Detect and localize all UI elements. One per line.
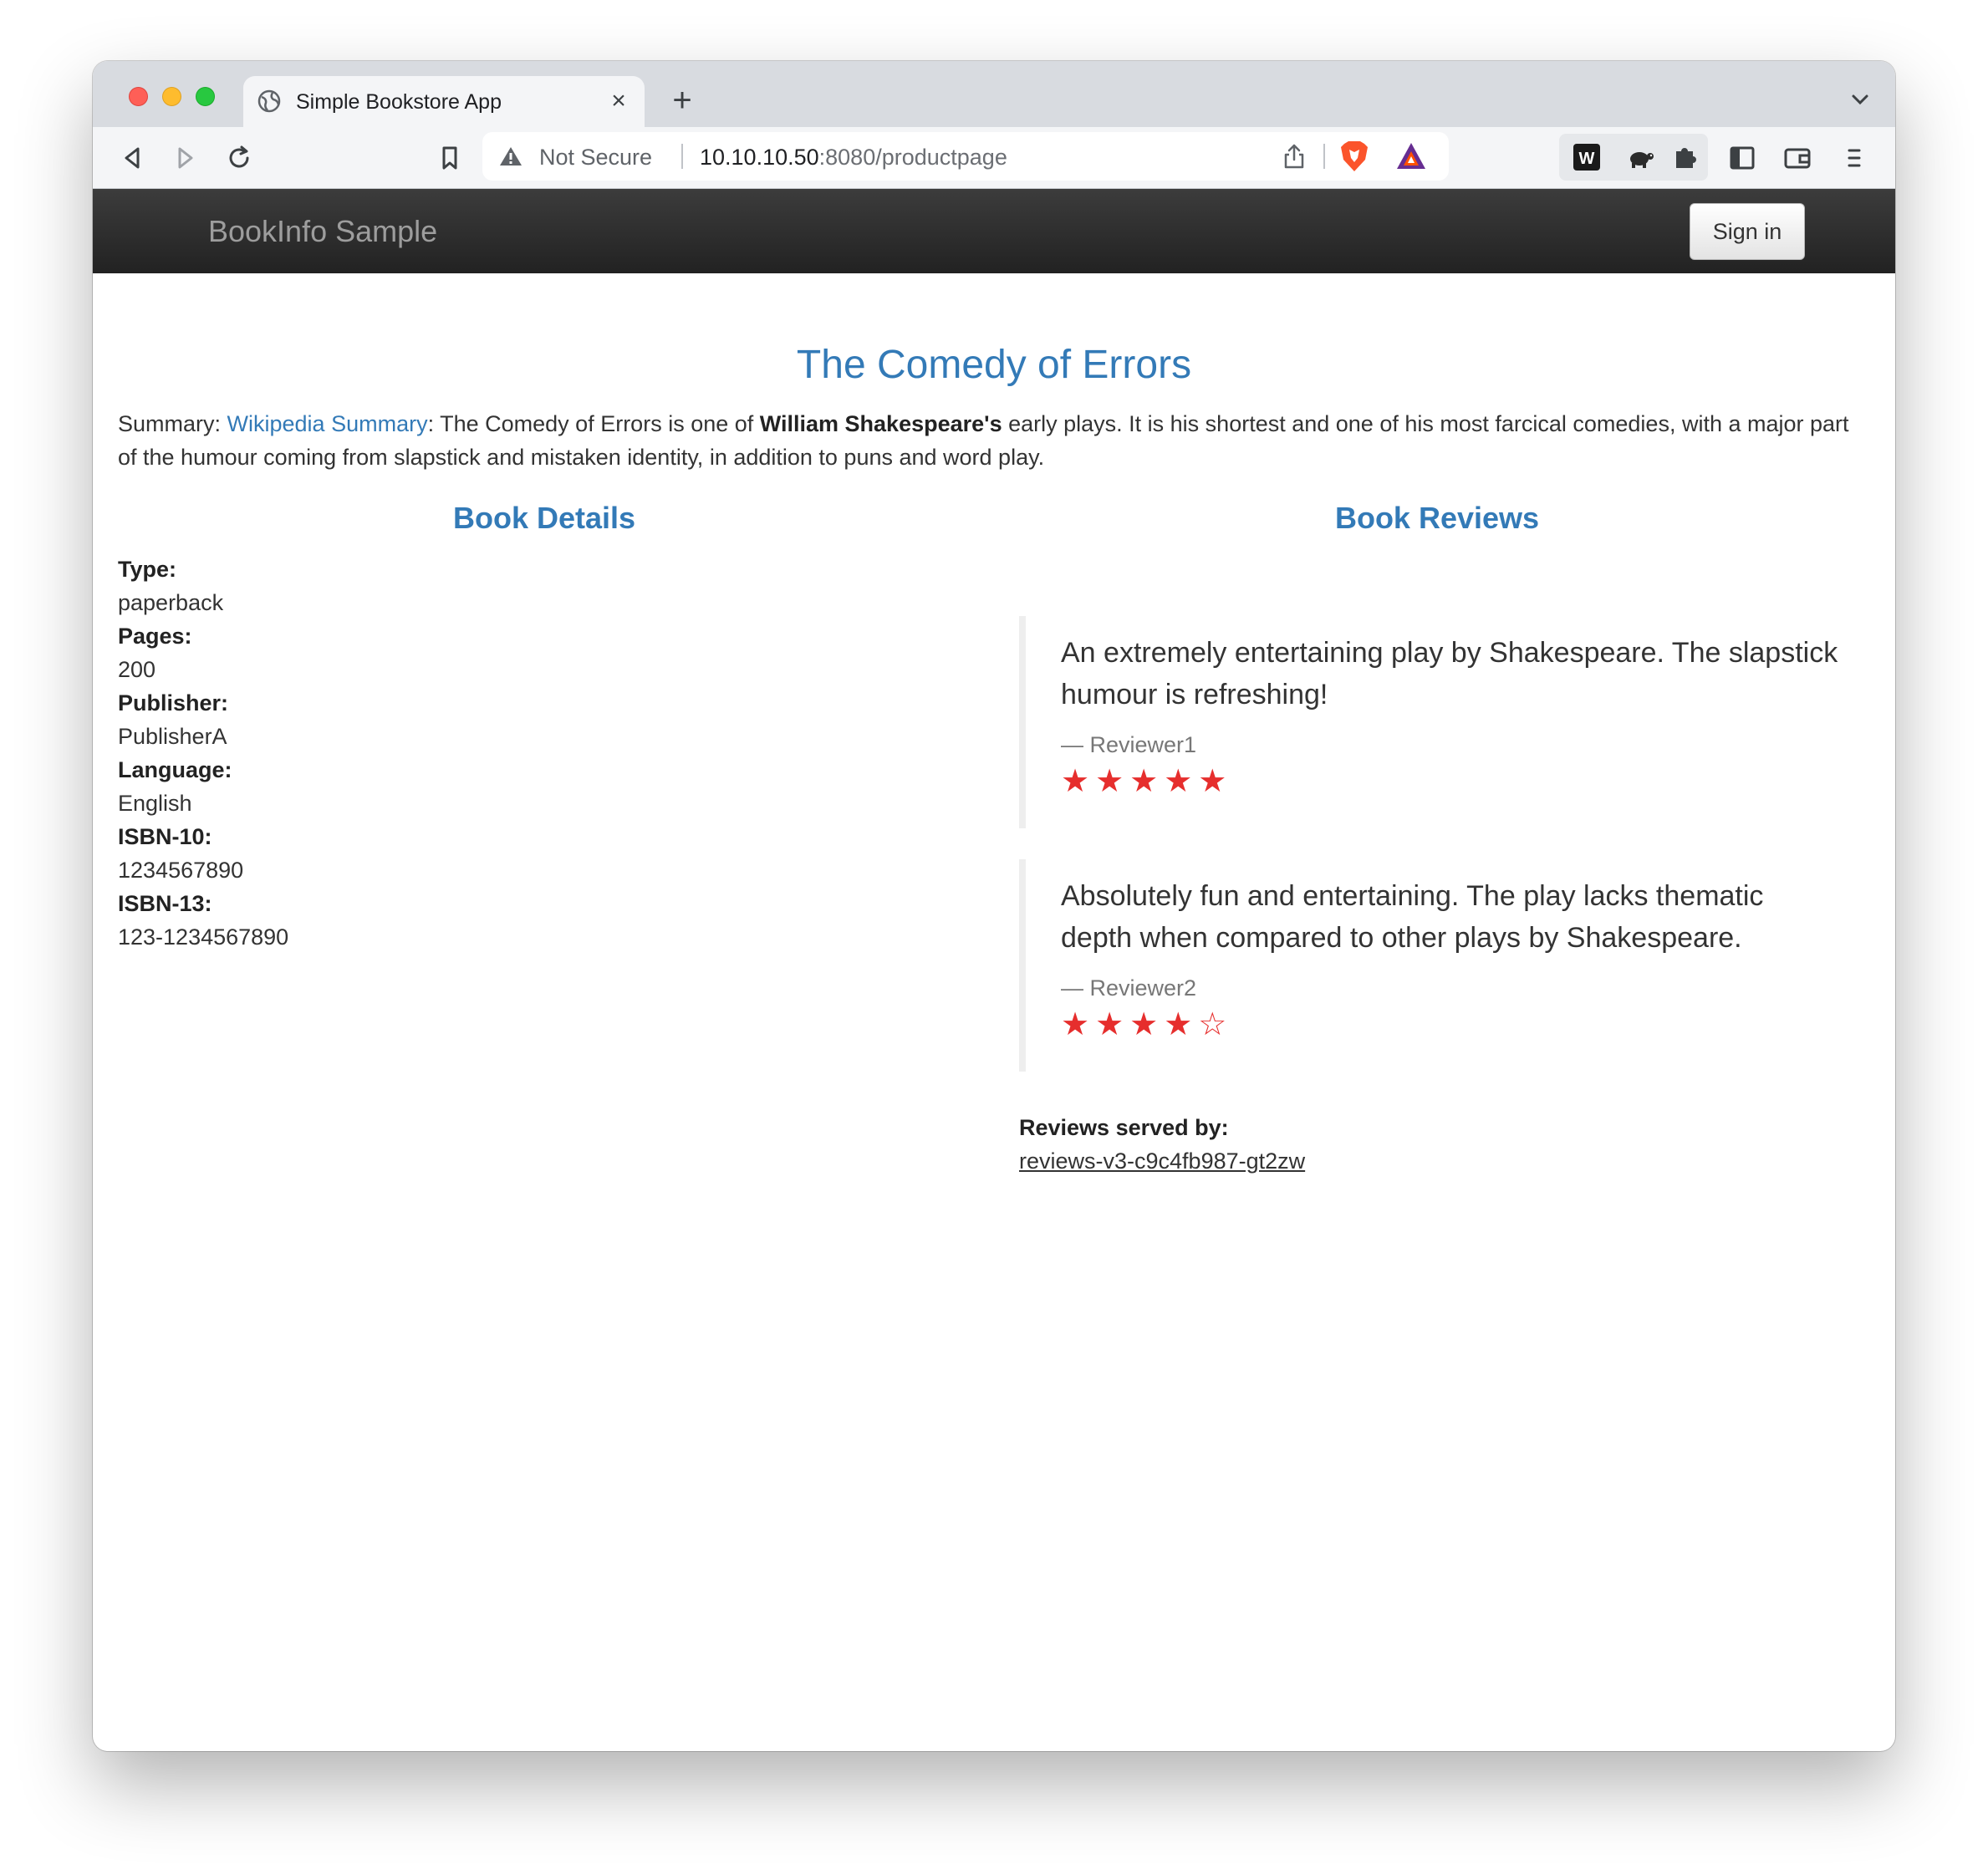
detail-label-pages: Pages: <box>118 624 192 649</box>
menu-icon[interactable] <box>1837 140 1872 176</box>
active-tab[interactable]: Simple Bookstore App × <box>243 76 645 127</box>
detail-value-language: English <box>118 791 192 816</box>
close-window-button[interactable] <box>129 87 148 106</box>
reviews-served-by: Reviews served by: reviews-v3-c9c4fb987-… <box>1019 1111 1305 1178</box>
detail-value-isbn13: 123-1234567890 <box>118 924 289 950</box>
brave-shields-icon[interactable] <box>1338 140 1370 173</box>
detail-label-isbn10: ISBN-10: <box>118 824 212 849</box>
address-bar[interactable]: Not Secure 10.10.10.50:8080/productpage <box>482 132 1449 181</box>
wikipedia-summary-link[interactable]: Wikipedia Summary <box>227 411 428 436</box>
review-text: Absolutely fun and entertaining. The pla… <box>1061 880 1764 954</box>
detail-label-type: Type: <box>118 557 177 582</box>
detail-value-type: paperback <box>118 590 224 615</box>
address-divider-2 <box>1323 144 1325 169</box>
review-1: An extremely entertaining play by Shakes… <box>1019 616 1838 828</box>
sidebar-toggle-icon[interactable] <box>1725 140 1760 176</box>
detail-label-language: Language: <box>118 757 232 782</box>
summary-label: Summary: <box>118 411 227 436</box>
tab-title: Simple Bookstore App <box>296 90 502 114</box>
url-text[interactable]: 10.10.10.50:8080/productpage <box>700 145 1007 171</box>
star-rating: ★★★★☆ <box>1061 1007 1233 1042</box>
url-host: 10.10.10.50 <box>700 145 819 170</box>
forward-icon[interactable] <box>168 140 203 176</box>
site-navbar: BookInfo Sample Sign in <box>93 189 1895 273</box>
minimize-window-button[interactable] <box>162 87 181 106</box>
security-label[interactable]: Not Secure <box>539 145 652 171</box>
book-details-list: Type: paperback Pages: 200 Publisher: Pu… <box>118 553 288 954</box>
review-text: An extremely entertaining play by Shakes… <box>1061 637 1838 710</box>
new-tab-button[interactable]: + <box>664 82 701 119</box>
detail-label-isbn13: ISBN-13: <box>118 891 212 916</box>
detail-value-pages: 200 <box>118 657 156 682</box>
wallet-icon[interactable] <box>1780 140 1815 176</box>
reload-icon[interactable] <box>222 140 257 176</box>
book-reviews-heading: Book Reviews <box>1334 501 1540 535</box>
warning-icon[interactable] <box>499 145 522 167</box>
star-rating: ★★★★★ <box>1061 764 1233 799</box>
review-author: — Reviewer2 <box>1061 975 1197 1001</box>
detail-value-publisher: PublisherA <box>118 724 227 749</box>
detail-label-publisher: Publisher: <box>118 690 229 715</box>
tab-strip: Simple Bookstore App × + <box>93 61 1895 127</box>
bookmark-icon[interactable] <box>432 140 467 176</box>
turtle-extension-icon[interactable] <box>1623 140 1658 175</box>
review-author: — Reviewer1 <box>1061 732 1197 757</box>
browser-toolbar: Not Secure 10.10.10.50:8080/productpage <box>93 127 1895 189</box>
maximize-window-button[interactable] <box>196 87 215 106</box>
wallet-w-extension-icon[interactable]: W <box>1569 140 1604 175</box>
detail-value-isbn10: 1234567890 <box>118 858 244 883</box>
globe-icon <box>257 89 281 113</box>
served-by-pod: reviews-v3-c9c4fb987-gt2zw <box>1019 1148 1306 1174</box>
sign-in-button[interactable]: Sign in <box>1690 203 1805 260</box>
tab-close-icon[interactable]: × <box>604 87 633 115</box>
browser-window: Simple Bookstore App × + Not Secure 10.1… <box>93 61 1895 1751</box>
book-details-heading: Book Details <box>452 501 636 535</box>
summary-text-1: : The Comedy of Errors is one of <box>427 411 760 436</box>
served-by-label: Reviews served by: <box>1019 1115 1229 1140</box>
summary-bold-author: William Shakespeare's <box>759 411 1002 436</box>
puzzle-extensions-icon[interactable] <box>1668 140 1703 175</box>
svg-text:W: W <box>1579 150 1595 168</box>
navbar-brand[interactable]: BookInfo Sample <box>208 214 437 249</box>
review-2: Absolutely fun and entertaining. The pla… <box>1019 859 1838 1072</box>
book-title: The Comedy of Errors <box>796 343 1192 387</box>
back-icon[interactable] <box>115 140 150 176</box>
extensions-area: W <box>1559 134 1708 181</box>
brave-rewards-icon[interactable] <box>1395 140 1427 172</box>
share-icon[interactable] <box>1282 143 1307 170</box>
url-path: :8080/productpage <box>818 145 1007 170</box>
book-summary: Summary: Wikipedia Summary: The Comedy o… <box>118 407 1857 474</box>
tab-search-chevron-icon[interactable] <box>1845 84 1875 115</box>
address-divider <box>681 144 683 169</box>
